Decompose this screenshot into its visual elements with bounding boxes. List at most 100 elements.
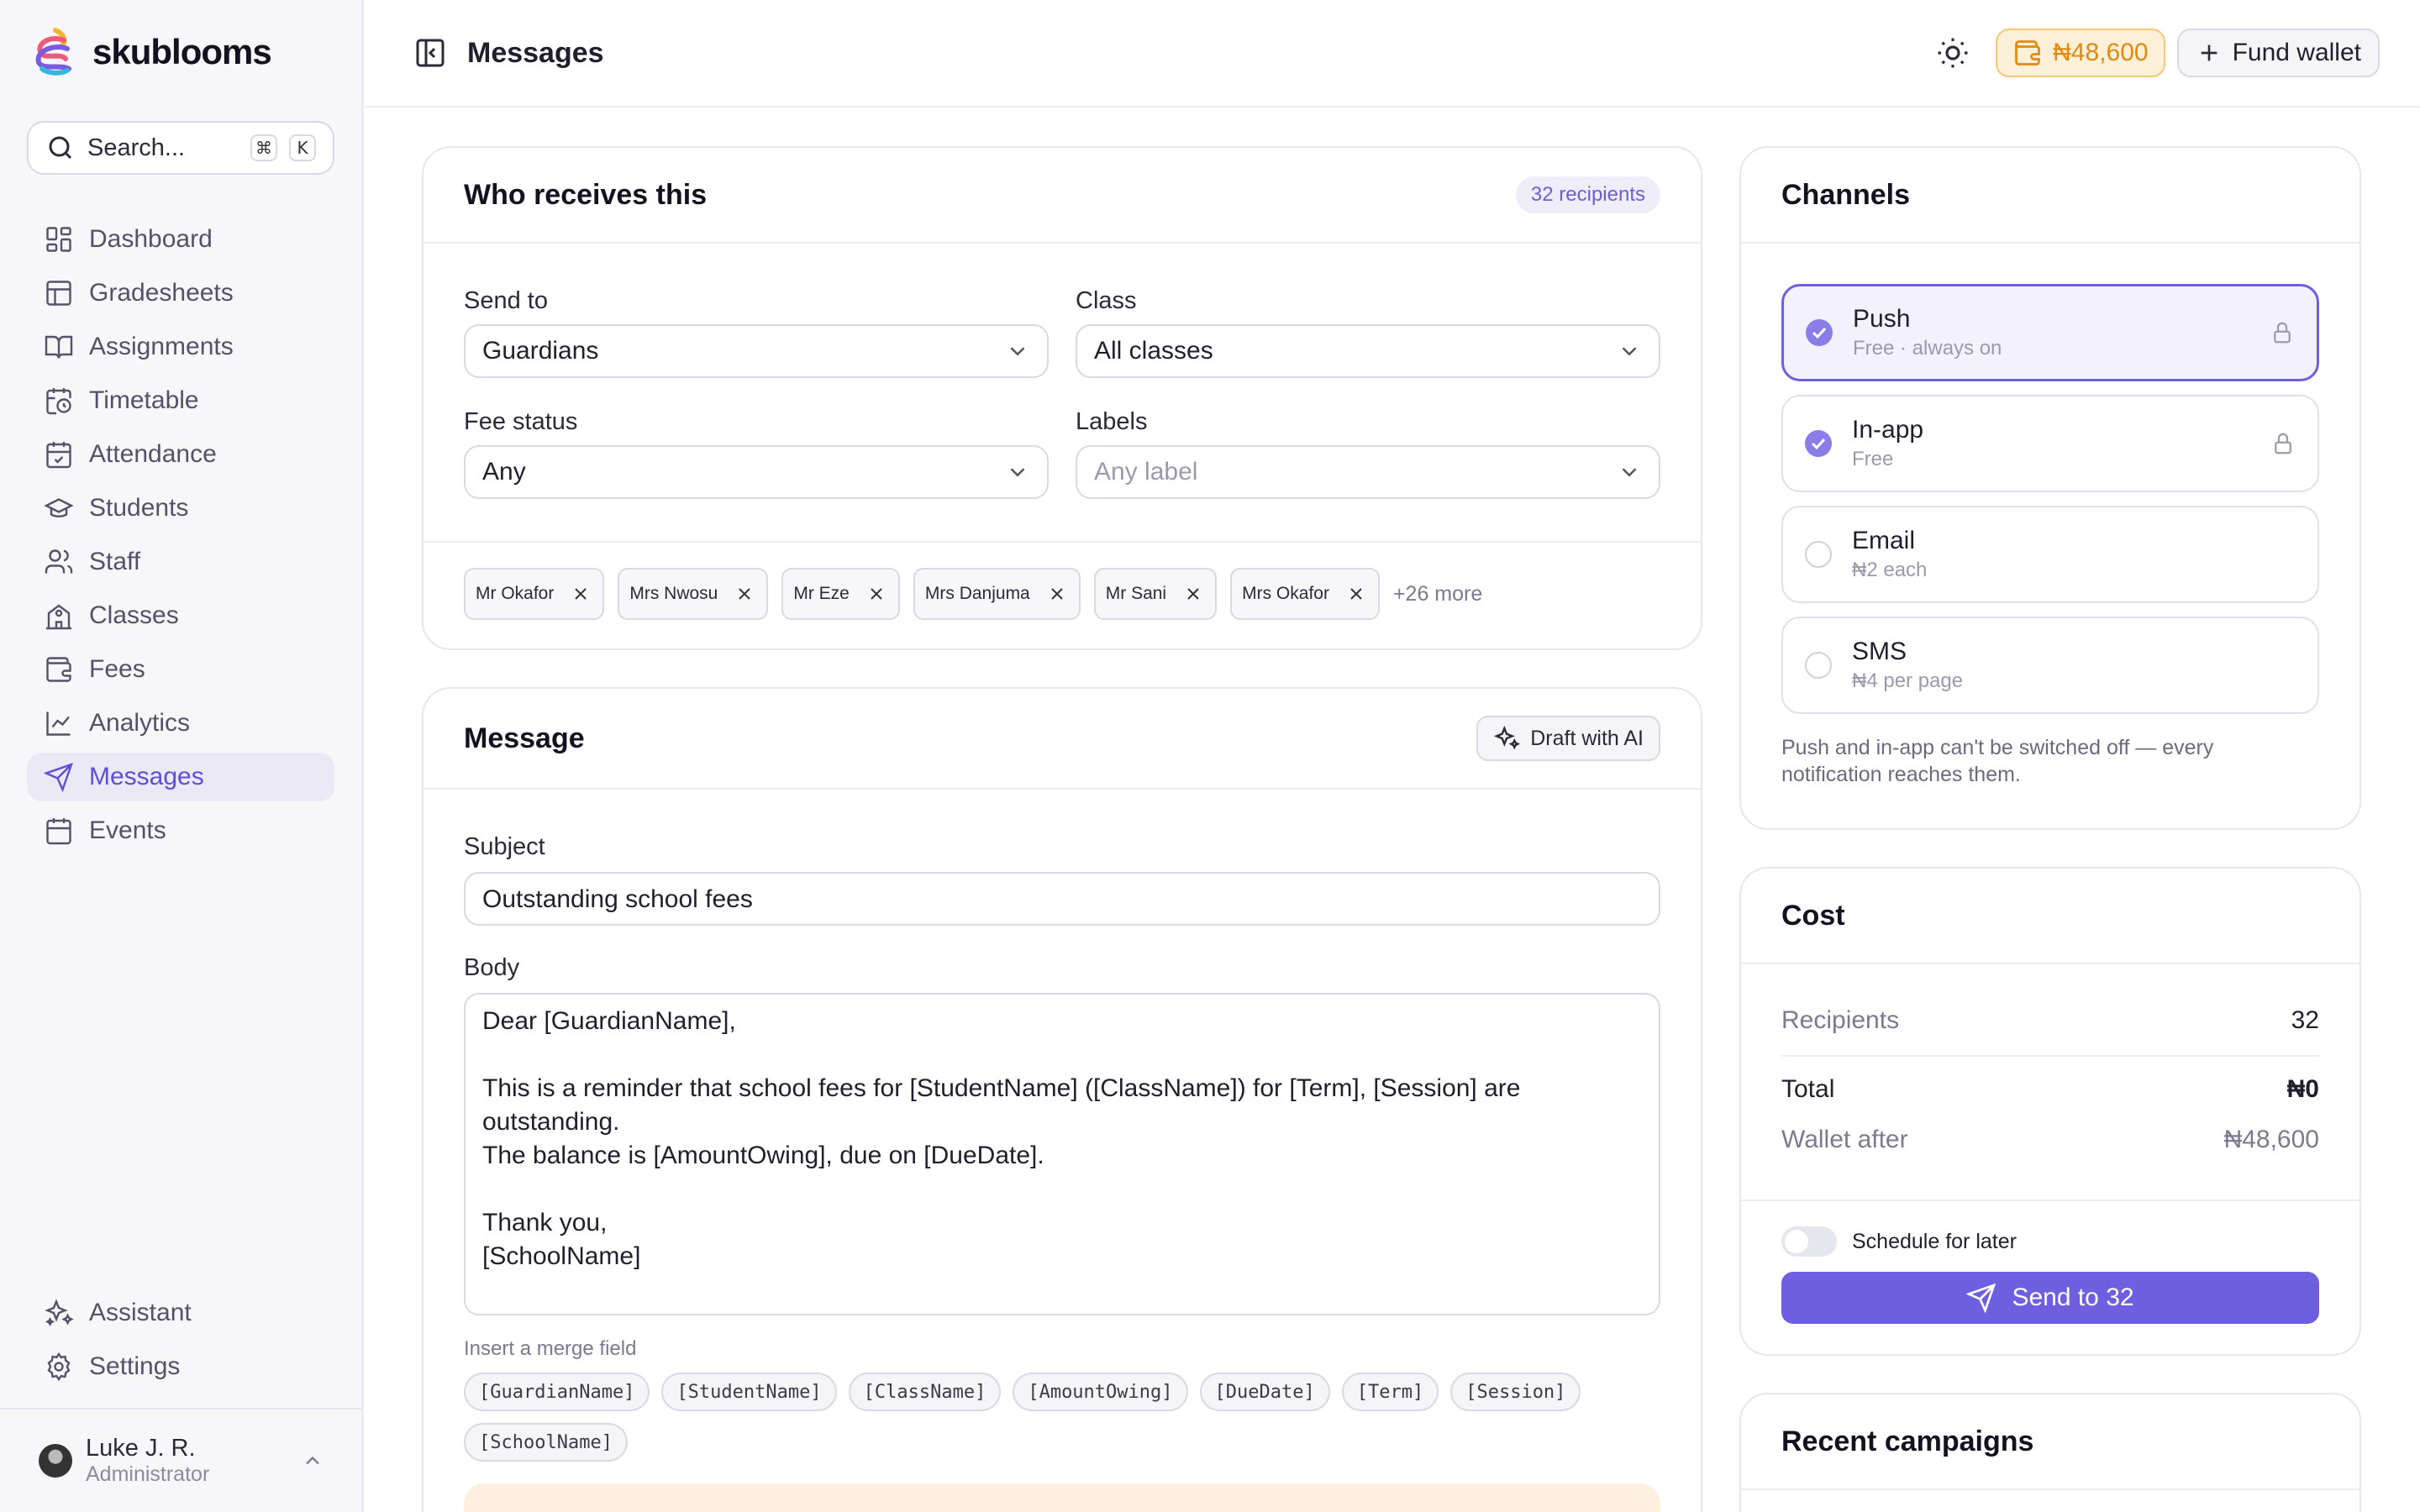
unchecked-icon: [1805, 541, 1832, 568]
wallet-balance[interactable]: ₦48,600: [1996, 29, 2165, 77]
sidebar-item-label: Settings: [89, 1352, 181, 1380]
merge-field-due-date[interactable]: [DueDate]: [1199, 1373, 1330, 1411]
recipients-value: 32: [2291, 1006, 2319, 1034]
recipients-header: Who receives this 32 recipients: [424, 148, 1701, 244]
merge-field-student-name[interactable]: [StudentName]: [661, 1373, 837, 1411]
sparkles-icon: [1494, 725, 1521, 750]
book-icon: [45, 335, 73, 359]
user-menu[interactable]: Luke J. R. Administrator: [0, 1408, 363, 1512]
divider: [1781, 1055, 2319, 1057]
close-icon[interactable]: [571, 584, 591, 604]
send-button[interactable]: Send to 32: [1781, 1272, 2319, 1324]
calendar-check-icon: [46, 442, 71, 469]
recipient-chip: Mr Okafor: [464, 568, 605, 620]
recent-campaigns-header: Recent campaigns: [1741, 1394, 2360, 1490]
draft-with-ai-button[interactable]: Draft with AI: [1476, 716, 1660, 761]
send-to-select[interactable]: Guardians: [464, 324, 1049, 378]
schedule-row: Schedule for later: [1781, 1226, 2017, 1257]
sidebar-item-classes[interactable]: Classes: [27, 591, 334, 640]
skublooms-logo-icon: [35, 28, 71, 76]
more-recipients-link[interactable]: +26 more: [1393, 582, 1482, 606]
fund-wallet-button[interactable]: Fund wallet: [2176, 29, 2380, 77]
sidebar-item-assistant[interactable]: Assistant: [27, 1289, 334, 1337]
sidebar-item-attendance[interactable]: Attendance: [27, 430, 334, 479]
calendar-icon: [46, 818, 71, 845]
fee-status-select[interactable]: Any: [464, 445, 1049, 499]
sidebar-item-label: Fees: [89, 655, 145, 683]
merge-field-guardian-name[interactable]: [GuardianName]: [464, 1373, 650, 1411]
gear-icon: [47, 1352, 71, 1382]
schedule-toggle[interactable]: [1781, 1226, 1837, 1257]
app-logo[interactable]: skublooms: [30, 27, 272, 77]
message-header: Message Draft with AI: [424, 689, 1701, 790]
sidebar-item-gradesheets[interactable]: Gradesheets: [27, 269, 334, 318]
channel-price: ₦2 each: [1852, 559, 1928, 581]
sidebar-item-label: Dashboard: [89, 225, 213, 253]
sun-icon[interactable]: [1935, 35, 1970, 71]
recipient-chip: Mr Eze: [781, 568, 900, 620]
channel-push[interactable]: Push Free · always on: [1781, 284, 2319, 381]
sidebar-item-settings[interactable]: Settings: [27, 1342, 334, 1391]
recipient-chip: Mrs Nwosu: [618, 568, 769, 620]
merge-field-class-name[interactable]: [ClassName]: [848, 1373, 1002, 1411]
labels-select[interactable]: Any label: [1076, 445, 1660, 499]
cost-title: Cost: [1781, 899, 1845, 932]
bottom-nav: Assistant Settings: [27, 1289, 334, 1396]
sidebar-item-dashboard[interactable]: Dashboard: [27, 215, 334, 264]
close-icon[interactable]: [866, 584, 886, 604]
merge-field-session[interactable]: [Session]: [1450, 1373, 1581, 1411]
send-icon: [44, 763, 73, 792]
labels-placeholder: Any label: [1094, 458, 1198, 486]
close-icon[interactable]: [1346, 584, 1366, 604]
channels-title: Channels: [1781, 178, 1911, 211]
school-icon: [46, 604, 71, 630]
sidebar-item-assignments[interactable]: Assignments: [27, 323, 334, 371]
search-input[interactable]: Search...: [87, 134, 239, 162]
recipients-label: Recipients: [1781, 1006, 1900, 1034]
sidebar-item-label: Gradesheets: [89, 279, 234, 307]
main-nav: Dashboard Gradesheets Assignments Timeta…: [27, 215, 334, 860]
topbar: Messages ₦48,600 Fund wallet: [365, 0, 2420, 108]
shortcut-k-key: K: [289, 134, 316, 161]
merge-field-amount-owing[interactable]: [AmountOwing]: [1013, 1373, 1188, 1411]
channel-price: ₦4 per page: [1852, 669, 1964, 692]
search-box[interactable]: Search... ⌘ K: [27, 121, 334, 175]
message-title: Message: [464, 722, 585, 754]
chip-label: Mrs Okafor: [1242, 584, 1329, 603]
close-icon[interactable]: [1183, 584, 1203, 604]
close-icon[interactable]: [1047, 584, 1067, 604]
wallet-after-row: Wallet after ₦48,600: [1781, 1126, 2319, 1154]
recipient-chip: Mrs Okafor: [1230, 568, 1380, 620]
sidebar-item-label: Classes: [89, 601, 179, 629]
sidebar-item-messages[interactable]: Messages: [27, 753, 334, 801]
subject-input[interactable]: Outstanding school fees: [464, 872, 1660, 926]
sidebar-item-label: Attendance: [89, 440, 217, 468]
close-icon[interactable]: [734, 584, 755, 604]
channel-in-app[interactable]: In-app Free: [1781, 395, 2319, 492]
class-select[interactable]: All classes: [1076, 324, 1660, 378]
channel-email[interactable]: Email ₦2 each: [1781, 506, 2319, 603]
chip-label: Mr Okafor: [476, 584, 555, 603]
sidebar-item-label: Assignments: [89, 333, 234, 360]
wallet-after-value: ₦48,600: [2223, 1126, 2319, 1153]
sidebar-item-analytics[interactable]: Analytics: [27, 699, 334, 748]
channel-price: Free: [1852, 448, 1894, 470]
merge-field-school-name[interactable]: [SchoolName]: [464, 1423, 628, 1462]
merge-field-term[interactable]: [Term]: [1341, 1373, 1439, 1411]
sidebar-item-events[interactable]: Events: [27, 806, 334, 855]
sidebar-item-label: Students: [89, 494, 189, 522]
sidebar-toggle-icon[interactable]: [413, 36, 447, 70]
sidebar-item-staff[interactable]: Staff: [27, 538, 334, 586]
recipients-title: Who receives this: [464, 178, 708, 211]
channel-sms[interactable]: SMS ₦4 per page: [1781, 617, 2319, 714]
sidebar-item-students[interactable]: Students: [27, 484, 334, 533]
body-textarea[interactable]: Dear [GuardianName], This is a reminder …: [464, 993, 1660, 1315]
divider: [1741, 1200, 2360, 1201]
user-name: Luke J. R.: [86, 1435, 196, 1462]
app-name: skublooms: [92, 32, 272, 71]
chip-label: Mrs Nwosu: [629, 584, 718, 603]
draft-with-ai-label: Draft with AI: [1530, 726, 1644, 750]
sidebar-item-timetable[interactable]: Timetable: [27, 376, 334, 425]
channels-card: Channels Push Free · always on In-app Free…: [1739, 146, 2361, 830]
sidebar-item-fees[interactable]: Fees: [27, 645, 334, 694]
